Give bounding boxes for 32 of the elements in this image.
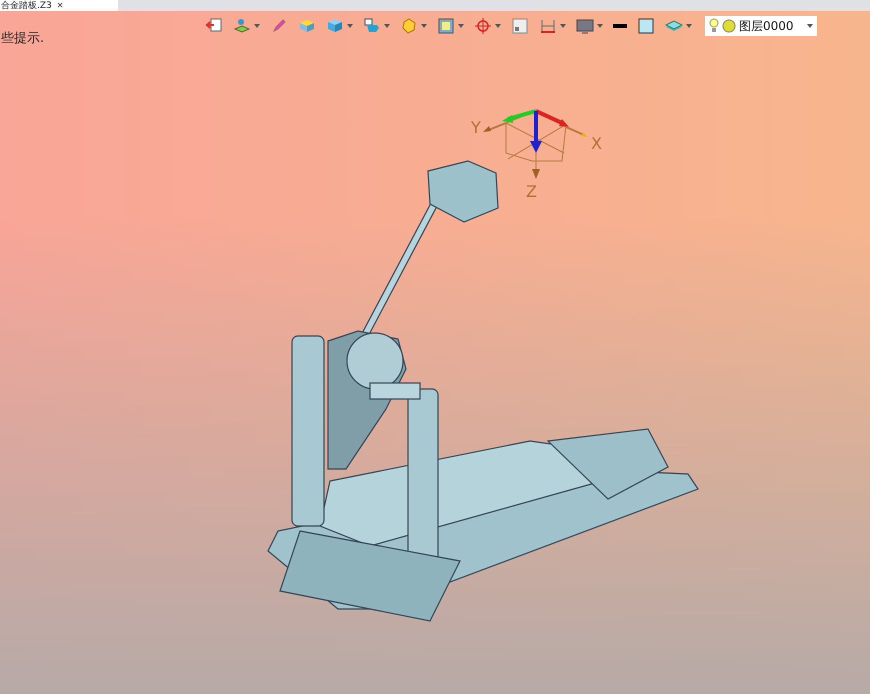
- layer-dropdown[interactable]: 图层0000: [705, 16, 817, 36]
- caret-icon: [384, 24, 390, 28]
- cube-icon: [326, 17, 344, 35]
- caret-icon: [347, 24, 353, 28]
- lightbulb-icon: [709, 18, 719, 34]
- caret-icon: [560, 24, 566, 28]
- caret-icon: [421, 24, 427, 28]
- square-icon: [637, 17, 655, 35]
- axis-label: Z: [526, 182, 537, 201]
- close-icon[interactable]: ✕: [56, 0, 64, 10]
- caret-icon: [597, 24, 603, 28]
- bar-icon: [613, 24, 627, 28]
- axis-label: X: [591, 134, 602, 153]
- axis-label: Y: [471, 118, 481, 137]
- screen-shape-icon: [363, 17, 381, 35]
- crosshair-icon: [474, 17, 492, 35]
- framed-square-icon: [437, 17, 455, 35]
- polygon-icon: [400, 17, 418, 35]
- window-icon: [511, 17, 529, 35]
- pencil-icon: [270, 17, 288, 35]
- layer-grid-icon: [233, 17, 251, 35]
- monitor-icon: [576, 17, 594, 35]
- hint-text: 些提示.: [1, 30, 44, 47]
- caret-icon: [686, 24, 692, 28]
- cube-icon: [298, 17, 316, 35]
- caret-icon: [495, 24, 501, 28]
- caret-icon: [254, 24, 260, 28]
- dimension-icon: [539, 17, 557, 35]
- caret-icon: [807, 24, 813, 28]
- caret-icon: [458, 24, 464, 28]
- circle-icon: [722, 19, 736, 33]
- document-tab[interactable]: 合金踏板.Z3 ✕: [0, 0, 118, 11]
